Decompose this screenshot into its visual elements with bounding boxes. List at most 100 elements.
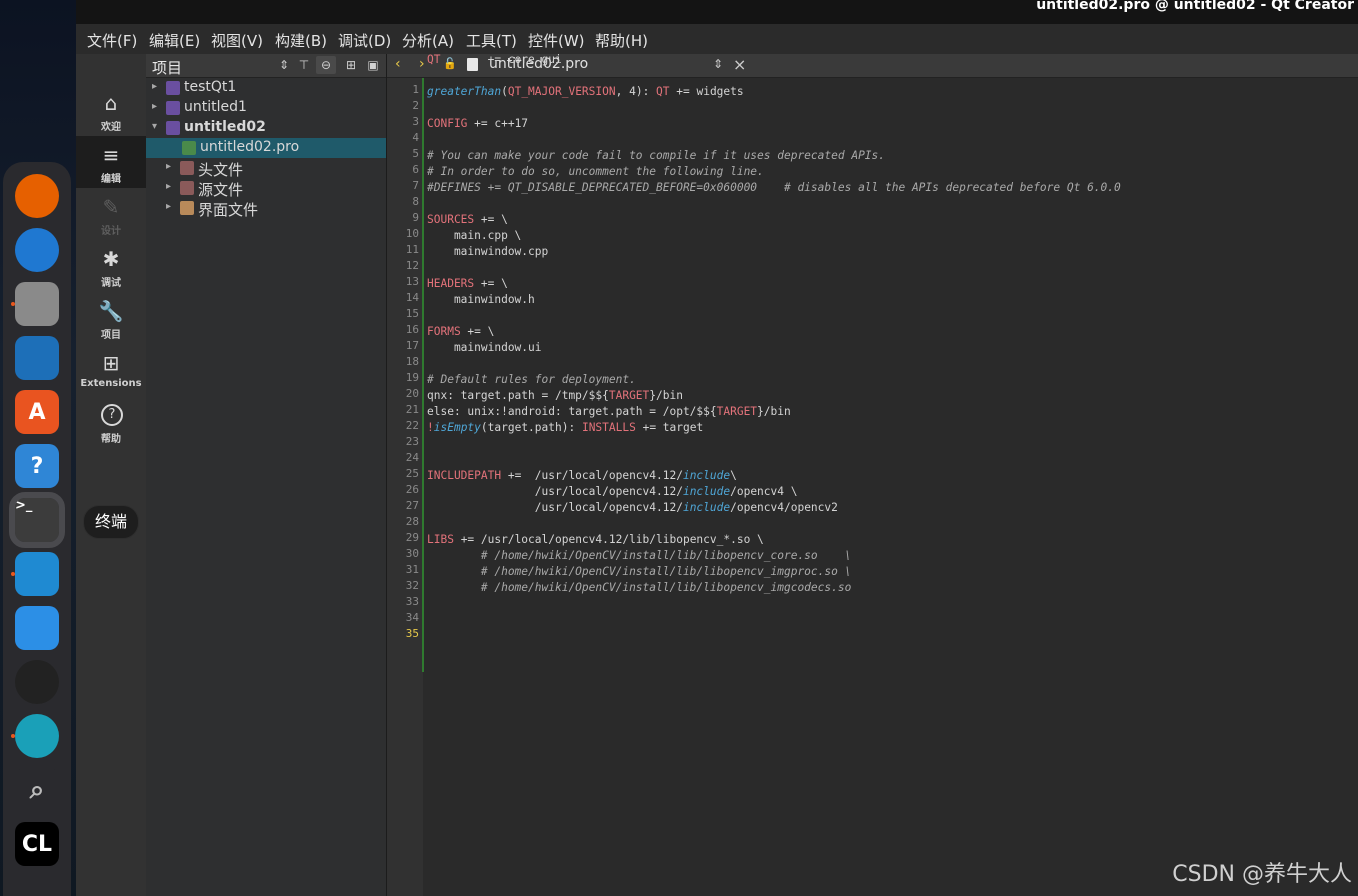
mode-home[interactable]: ⌂ 欢迎 (76, 84, 146, 136)
split-icon[interactable]: ⊞ (341, 56, 361, 74)
line-number: 5 (412, 147, 419, 160)
tree-item-label: untitled02.pro (200, 139, 300, 155)
close-panel-icon[interactable]: ▣ (363, 56, 383, 74)
expanded-arrow-icon[interactable]: ▾ (152, 121, 157, 132)
code-line: QT += core gui (427, 53, 562, 66)
line-number: 11 (405, 243, 419, 256)
edge-icon[interactable] (11, 714, 59, 758)
code-line: mainwindow.cpp (427, 245, 549, 258)
collapsed-arrow-icon[interactable]: ▸ (152, 101, 157, 112)
menu-3[interactable]: 构建(B) (275, 30, 327, 51)
tree-item-1[interactable]: ▸ untitled1 (146, 98, 386, 118)
mode-extensions[interactable]: ⊞ Extensions (76, 344, 146, 396)
folder-icon (180, 161, 194, 175)
line-number: 30 (405, 547, 419, 560)
menu-2[interactable]: 视图(V) (211, 30, 263, 51)
home-icon: ⌂ (104, 91, 118, 115)
menu-0[interactable]: 文件(F) (87, 30, 137, 51)
mode-label: 帮助 (101, 434, 121, 445)
mode-edit[interactable]: ≡ 编辑 (76, 136, 146, 188)
project-panel-header: 项目 ⇕ ⊤ ⊖ ⊞ ▣ (146, 54, 386, 78)
title-bar: untitled02.pro @ untitled02 - Qt Creator (76, 0, 1358, 24)
mode-label: Extensions (80, 378, 142, 389)
view-selector-arrows-icon[interactable]: ⇕ (274, 56, 294, 74)
search-icon[interactable]: ⌕ (15, 768, 59, 812)
mode-debug[interactable]: ✱ 调试 (76, 240, 146, 292)
mode-label: 编辑 (101, 174, 121, 185)
tree-item-4[interactable]: ▸ 头文件 (146, 158, 386, 179)
files-icon[interactable] (11, 282, 59, 326)
line-number: 26 (405, 483, 419, 496)
firefox-icon[interactable] (15, 174, 59, 218)
line-number: 24 (405, 451, 419, 464)
line-number: 35 (405, 627, 419, 640)
code-line: mainwindow.h (427, 293, 535, 306)
line-number: 29 (405, 531, 419, 544)
code-line: # Default rules for deployment. (427, 373, 636, 386)
clion-icon[interactable]: CL (15, 822, 59, 866)
code-line: # /home/hwiki/OpenCV/install/lib/libopen… (427, 549, 852, 562)
line-number: 19 (405, 371, 419, 384)
collapsed-arrow-icon[interactable]: ▸ (152, 81, 157, 92)
collapsed-arrow-icon[interactable]: ▸ (166, 161, 171, 172)
terminal-icon[interactable]: >_ (9, 492, 65, 548)
line-number: 10 (405, 227, 419, 240)
help-icon[interactable]: ? (15, 444, 59, 488)
tree-item-6[interactable]: ▸ 界面文件 (146, 198, 386, 219)
writer-icon[interactable] (15, 336, 59, 380)
tree-item-0[interactable]: ▸ testQt1 (146, 78, 386, 98)
line-number: 23 (405, 435, 419, 448)
thunderbird-icon[interactable] (15, 228, 59, 272)
document-list-arrows-icon[interactable]: ⇕ (713, 57, 723, 71)
running-indicator (11, 572, 15, 576)
project-panel: 项目 ⇕ ⊤ ⊖ ⊞ ▣ ▸ testQt1 ▸ untitled1 ▾ untitled… (146, 54, 387, 896)
menu-8[interactable]: 帮助(H) (595, 30, 648, 51)
link-icon[interactable]: ⊖ (316, 56, 336, 74)
line-number: 17 (405, 339, 419, 352)
mode-wrench[interactable]: 🔧 项目 (76, 292, 146, 344)
running-indicator (11, 302, 15, 306)
line-number: 16 (405, 323, 419, 336)
edit-icon: ≡ (102, 143, 120, 167)
mode-help[interactable]: ? 帮助 (76, 396, 146, 448)
app-center-icon[interactable]: A (15, 390, 59, 434)
code-line: main.cpp \ (427, 229, 522, 242)
line-number: 33 (405, 595, 419, 608)
forward-icon[interactable]: › (419, 56, 425, 72)
tree-item-label: untitled1 (184, 99, 247, 115)
tree-item-5[interactable]: ▸ 源文件 (146, 178, 386, 199)
line-number: 22 (405, 419, 419, 432)
menu-6[interactable]: 工具(T) (466, 30, 517, 51)
menu-5[interactable]: 分析(A) (402, 30, 454, 51)
tree-item-2[interactable]: ▾ untitled02 (146, 118, 386, 138)
line-number: 20 (405, 387, 419, 400)
close-document-icon[interactable]: × (733, 55, 746, 74)
code-line: !isEmpty(target.path): INSTALLS += targe… (427, 421, 704, 434)
menu-4[interactable]: 调试(D) (338, 30, 391, 51)
collapsed-arrow-icon[interactable]: ▸ (166, 201, 171, 212)
mode-design[interactable]: ✎ 设计 (76, 188, 146, 240)
vscode-icon[interactable] (11, 552, 59, 596)
project-icon (166, 101, 180, 115)
code-line: SOURCES += \ (427, 213, 508, 226)
folder-icon (180, 201, 194, 215)
menu-7[interactable]: 控件(W) (528, 30, 585, 51)
obs-icon[interactable] (15, 660, 59, 704)
code-line: # You can make your code fail to compile… (427, 149, 886, 162)
back-icon[interactable]: ‹ (395, 56, 401, 72)
tree-item-3[interactable]: untitled02.pro (146, 138, 386, 158)
wrench-icon: 🔧 (98, 299, 124, 323)
menu-1[interactable]: 编辑(E) (149, 30, 200, 51)
code-line: mainwindow.ui (427, 341, 542, 354)
project-icon (166, 81, 180, 95)
tree-item-label: testQt1 (184, 79, 237, 95)
change-marker (422, 78, 424, 672)
line-number: 2 (412, 99, 419, 112)
line-number: 4 (412, 131, 419, 144)
puzzle-icon[interactable] (15, 606, 59, 650)
code-editor: ‹ › 🔓 untitled02.pro ⇕ × 1 2 3 4 5 6 7 8 9 10 11 12… (387, 53, 1358, 896)
collapsed-arrow-icon[interactable]: ▸ (166, 181, 171, 192)
code-line: LIBS += /usr/local/opencv4.12/lib/libope… (427, 533, 764, 546)
line-number: 15 (405, 307, 419, 320)
filter-icon[interactable]: ⊤ (294, 56, 314, 74)
